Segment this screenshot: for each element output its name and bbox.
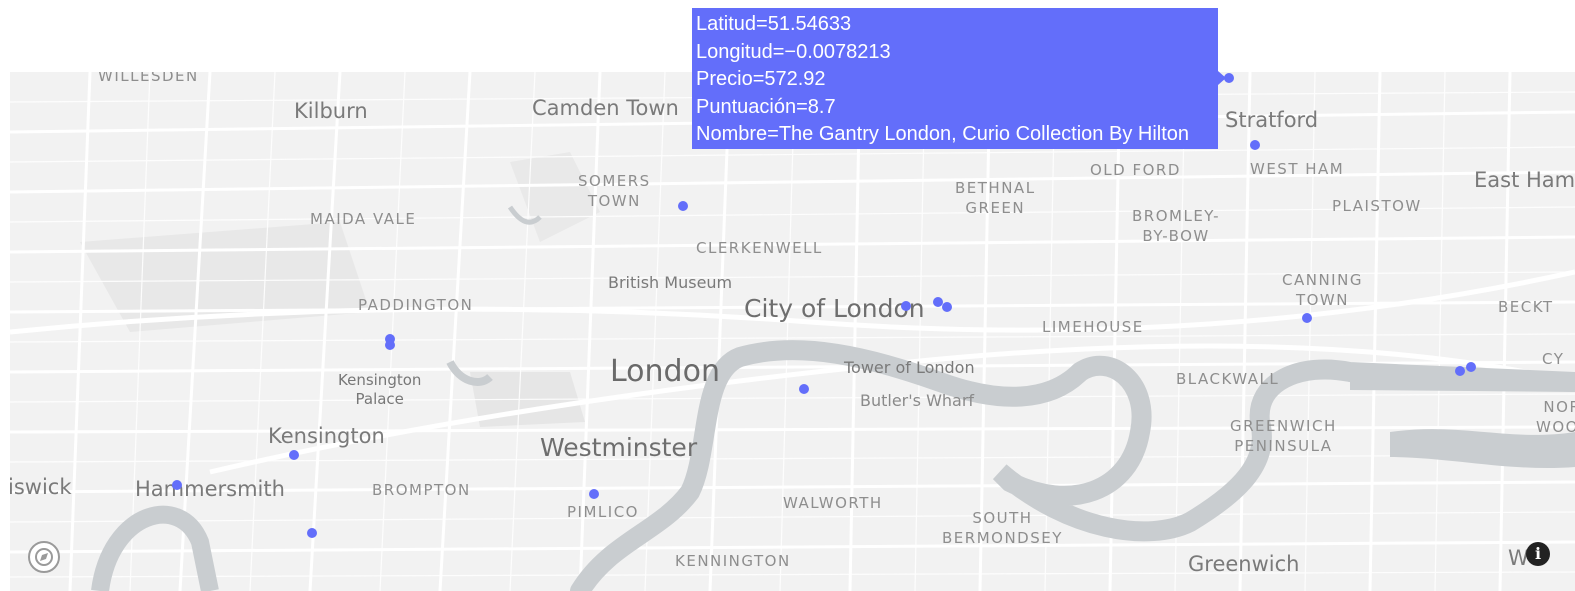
map-marker[interactable]	[289, 450, 299, 460]
label-canning-town-line2: TOWN	[1295, 291, 1349, 309]
label-south-bermondsey: SOUTH BERMONDSEY	[942, 508, 1063, 548]
label-walworth: WALWORTH	[783, 494, 883, 512]
map-marker[interactable]	[901, 301, 911, 311]
map-marker[interactable]	[1250, 140, 1260, 150]
map-marker[interactable]	[307, 528, 317, 538]
label-greenwich-peninsula-line1: GREENWICH	[1230, 417, 1337, 435]
label-maida-vale: MAIDA VALE	[310, 210, 417, 228]
map-marker[interactable]	[799, 384, 809, 394]
label-beckton: BECKT	[1498, 298, 1554, 316]
map-marker[interactable]	[1455, 366, 1465, 376]
label-limehouse: LIMEHOUSE	[1042, 318, 1144, 336]
label-south-bermondsey-line2: BERMONDSEY	[942, 529, 1063, 547]
label-old-ford: OLD FORD	[1090, 161, 1181, 179]
label-blackwall: BLACKWALL	[1176, 370, 1280, 388]
map-marker[interactable]	[1466, 362, 1476, 372]
map-attribution-logo-icon[interactable]	[28, 541, 60, 573]
label-west-ham: WEST HAM	[1250, 160, 1345, 178]
map-base-layer	[10, 72, 1575, 591]
map-marker[interactable]	[172, 480, 182, 490]
label-kilburn: Kilburn	[294, 99, 368, 123]
label-north-woolwich: NOR WOOL	[1536, 397, 1575, 437]
hover-tooltip: Latitud=51.54633 Longitud=−0.0078213 Pre…	[692, 8, 1218, 149]
label-east-ham: East Ham	[1474, 168, 1575, 192]
label-south-bermondsey-line1: SOUTH	[972, 509, 1033, 527]
label-tower-of-london: Tower of London	[844, 358, 975, 377]
label-city-of-london: City of London	[744, 294, 925, 323]
map-marker[interactable]	[589, 489, 599, 499]
label-bethnal-green-line2: GREEN	[965, 199, 1026, 217]
label-paddington: PADDINGTON	[358, 296, 474, 314]
tooltip-longitude: Longitud=−0.0078213	[696, 40, 891, 63]
tooltip-name: Nombre=The Gantry London, Curio Collecti…	[696, 123, 1190, 145]
label-kennington: KENNINGTON	[675, 552, 791, 570]
tooltip-arrow	[1218, 71, 1226, 85]
label-kensington-palace-line1: Kensington	[338, 371, 422, 389]
label-pimlico: PIMLICO	[567, 503, 639, 521]
label-north-woolwich-line1: NOR	[1543, 398, 1575, 416]
label-london: London	[610, 354, 720, 389]
label-hammersmith: Hammersmith	[135, 477, 285, 501]
label-cy: CY	[1542, 350, 1565, 368]
label-camden-town: Camden Town	[532, 96, 679, 120]
map-marker[interactable]	[385, 340, 395, 350]
label-greenwich-peninsula-line2: PENINSULA	[1234, 437, 1333, 455]
label-canning-town-line1: CANNING	[1282, 271, 1363, 289]
map-marker[interactable]	[678, 201, 688, 211]
label-westminster: Westminster	[540, 433, 698, 462]
label-kensington: Kensington	[268, 424, 385, 448]
label-plaistow: PLAISTOW	[1332, 197, 1422, 215]
label-kensington-palace: Kensington Palace	[338, 371, 421, 409]
label-butlers-wharf: Butler's Wharf	[860, 391, 975, 410]
label-kensington-palace-line2: Palace	[355, 390, 404, 408]
label-somers-town-line2: TOWN	[587, 192, 641, 210]
tooltip-rating: Puntuación=8.7	[696, 95, 836, 118]
label-somers-town: SOMERS TOWN	[578, 171, 651, 211]
map-canvas[interactable]: WILLESDEN Kilburn Camden Town SOMERS TOWN…	[10, 72, 1575, 591]
label-bromley-by-bow-line1: BROMLEY-	[1132, 207, 1221, 225]
label-willesden: WILLESDEN	[98, 72, 199, 85]
label-bromley-by-bow-line2: BY-BOW	[1142, 227, 1210, 245]
map-marker[interactable]	[1302, 313, 1312, 323]
label-somers-town-line1: SOMERS	[578, 172, 651, 190]
label-british-museum: British Museum	[608, 273, 733, 292]
compass-icon	[35, 548, 53, 566]
label-canning-town: CANNING TOWN	[1282, 270, 1363, 310]
info-icon[interactable]: i	[1526, 542, 1550, 566]
tooltip-price: Precio=572.92	[696, 68, 826, 90]
label-bethnal-green: BETHNAL GREEN	[955, 178, 1036, 218]
tooltip-latitude: Latitud=51.54633	[696, 13, 852, 35]
label-bromley-by-bow: BROMLEY- BY-BOW	[1132, 206, 1220, 246]
label-greenwich: Greenwich	[1188, 552, 1300, 576]
label-stratford: Stratford	[1225, 108, 1319, 132]
label-bethnal-green-line1: BETHNAL	[955, 179, 1036, 197]
label-brompton: BROMPTON	[372, 481, 471, 499]
map-marker[interactable]	[942, 302, 952, 312]
label-clerkenwell: CLERKENWELL	[696, 239, 823, 257]
label-north-woolwich-line2: WOOL	[1536, 418, 1575, 436]
label-chiswick: iswick	[10, 475, 72, 499]
label-greenwich-peninsula: GREENWICH PENINSULA	[1230, 416, 1337, 456]
